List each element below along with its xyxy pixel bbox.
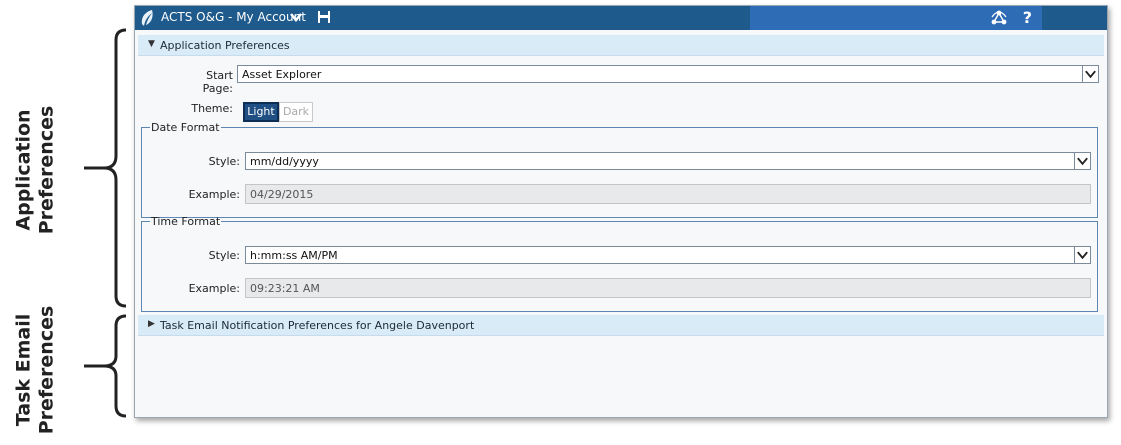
start-page-value: Asset Explorer bbox=[242, 68, 322, 81]
annotation-line: Application bbox=[12, 109, 35, 231]
time-example-field: 09:23:21 AM bbox=[245, 278, 1091, 298]
start-page-label: Start Page: bbox=[202, 69, 233, 95]
date-format-legend: Date Format bbox=[151, 121, 220, 134]
chevron-down-icon[interactable] bbox=[289, 10, 303, 24]
time-style-label: Style: bbox=[208, 249, 240, 262]
annotation-line: Task Email bbox=[12, 313, 35, 427]
time-example-value: 09:23:21 AM bbox=[250, 282, 320, 295]
title-bar: ACTS O&G - My Account ? bbox=[135, 6, 1107, 30]
theme-label: Theme: bbox=[191, 102, 233, 115]
task-email-preferences-header[interactable]: ▶ Task Email Notification Preferences fo… bbox=[138, 315, 1104, 336]
date-example-value: 04/29/2015 bbox=[250, 188, 314, 201]
annotation-line: Preferences bbox=[35, 105, 58, 235]
theme-light-button[interactable]: Light bbox=[243, 102, 279, 122]
section-title: Application Preferences bbox=[160, 39, 290, 52]
date-style-label: Style: bbox=[208, 155, 240, 168]
network-icon[interactable] bbox=[990, 9, 1008, 27]
section-title: Task Email Notification Preferences for … bbox=[160, 319, 475, 332]
chevron-down-icon[interactable] bbox=[1074, 247, 1090, 263]
time-format-group: Time Format Style: h:mm:ss AM/PM Example… bbox=[141, 215, 1098, 312]
chevron-down-icon[interactable] bbox=[1082, 66, 1098, 82]
time-style-select[interactable]: h:mm:ss AM/PM bbox=[245, 246, 1091, 264]
annotation-application-preferences: Application Preferences bbox=[6, 80, 64, 260]
brace-task-email bbox=[84, 314, 127, 418]
date-example-label: Example: bbox=[188, 188, 240, 201]
window-title: ACTS O&G - My Account bbox=[161, 10, 306, 24]
title-bar-search-area: ? bbox=[750, 6, 1042, 30]
application-preferences-header[interactable]: ▼ Application Preferences bbox=[138, 35, 1104, 56]
theme-dark-button[interactable]: Dark bbox=[279, 102, 313, 122]
my-account-window: ACTS O&G - My Account ? ▼ Application Pr… bbox=[134, 5, 1108, 418]
collapse-triangle-icon: ▼ bbox=[148, 39, 155, 49]
app-leaf-icon bbox=[141, 10, 153, 26]
time-example-label: Example: bbox=[188, 282, 240, 295]
time-format-legend: Time Format bbox=[151, 215, 221, 228]
annotation-task-email-preferences: Task Email Preferences bbox=[6, 300, 64, 440]
date-format-group: Date Format Style: mm/dd/yyyy Example: 0… bbox=[141, 121, 1098, 218]
help-icon[interactable]: ? bbox=[1023, 8, 1032, 27]
save-icon[interactable] bbox=[317, 10, 331, 24]
start-page-select[interactable]: Asset Explorer bbox=[237, 65, 1099, 83]
chevron-down-icon[interactable] bbox=[1074, 153, 1090, 169]
date-style-select[interactable]: mm/dd/yyyy bbox=[245, 152, 1091, 170]
expand-triangle-icon: ▶ bbox=[148, 319, 155, 329]
date-style-value: mm/dd/yyyy bbox=[250, 155, 319, 168]
time-style-value: h:mm:ss AM/PM bbox=[250, 249, 338, 262]
brace-app-preferences bbox=[84, 28, 127, 308]
date-example-field: 04/29/2015 bbox=[245, 184, 1091, 204]
annotation-line: Preferences bbox=[35, 305, 58, 435]
